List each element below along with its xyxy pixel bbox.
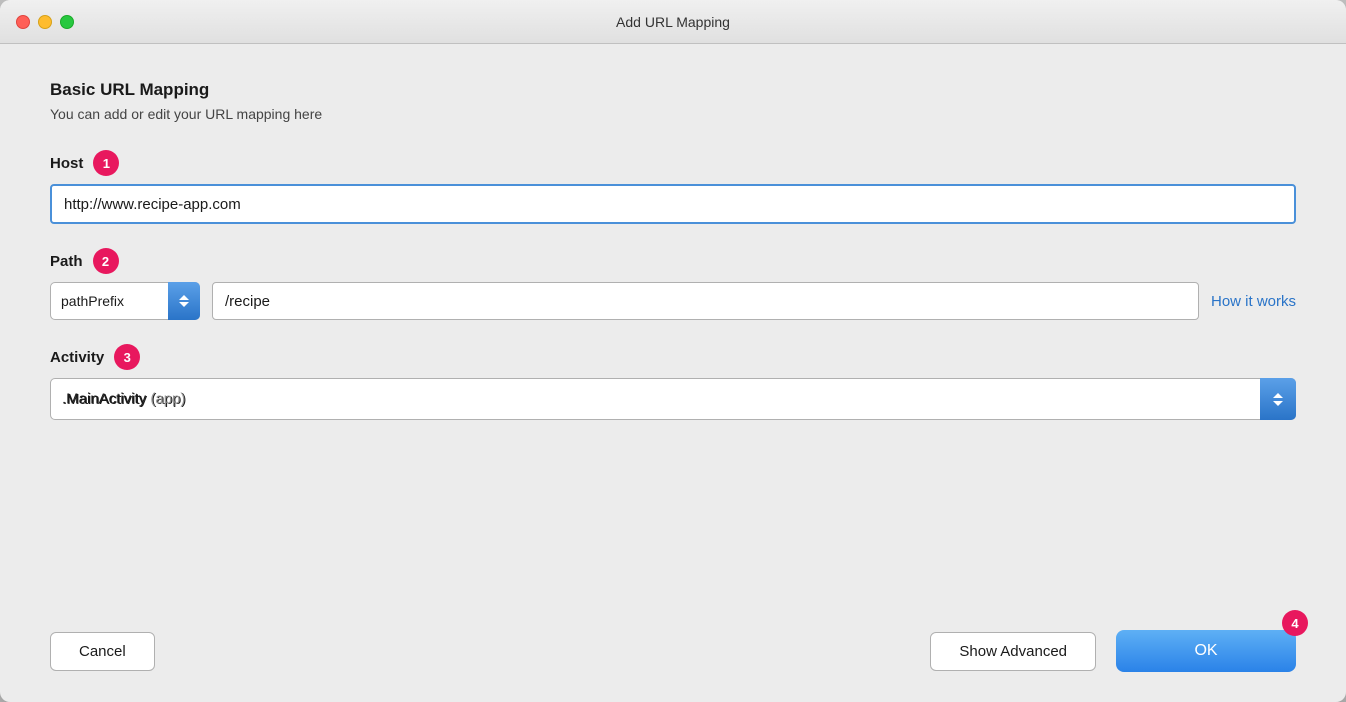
maximize-button[interactable]	[60, 15, 74, 29]
path-prefix-wrapper: pathPrefix pathPattern path	[50, 282, 200, 320]
activity-select-wrapper: .MainActivity (app) .MainActivity (app)	[50, 378, 1296, 420]
right-buttons: Show Advanced 4 OK	[930, 630, 1296, 672]
path-prefix-select[interactable]: pathPrefix pathPattern path	[50, 282, 200, 320]
minimize-button[interactable]	[38, 15, 52, 29]
cancel-button[interactable]: Cancel	[50, 632, 155, 671]
step-badge-4: 4	[1282, 610, 1308, 636]
footer: Cancel Show Advanced 4 OK	[0, 610, 1346, 702]
how-it-works-link[interactable]: How it works	[1211, 293, 1296, 310]
step-badge-1: 1	[93, 150, 119, 176]
window-title: Add URL Mapping	[616, 14, 730, 30]
ok-button[interactable]: OK	[1116, 630, 1296, 672]
close-button[interactable]	[16, 15, 30, 29]
host-label-row: Host 1	[50, 150, 1296, 176]
path-row: pathPrefix pathPattern path How it works	[50, 282, 1296, 320]
host-field-group: Host 1	[50, 150, 1296, 224]
ok-wrapper: 4 OK	[1116, 630, 1296, 672]
step-badge-3: 3	[114, 344, 140, 370]
section-subtitle: You can add or edit your URL mapping her…	[50, 106, 1296, 122]
section-title: Basic URL Mapping	[50, 80, 1296, 100]
activity-label: Activity	[50, 349, 104, 366]
path-input[interactable]	[212, 282, 1199, 320]
main-window: Add URL Mapping Basic URL Mapping You ca…	[0, 0, 1346, 702]
host-input[interactable]	[50, 184, 1296, 224]
title-bar: Add URL Mapping	[0, 0, 1346, 44]
host-label: Host	[50, 155, 83, 172]
activity-field-group: Activity 3 .MainActivity (app) .MainActi…	[50, 344, 1296, 420]
step-badge-2: 2	[93, 248, 119, 274]
show-advanced-button[interactable]: Show Advanced	[930, 632, 1096, 671]
path-label-row: Path 2	[50, 248, 1296, 274]
path-label: Path	[50, 253, 83, 270]
window-controls	[16, 15, 74, 29]
path-field-group: Path 2 pathPrefix pathPattern path Ho	[50, 248, 1296, 320]
activity-label-row: Activity 3	[50, 344, 1296, 370]
activity-select[interactable]: .MainActivity (app)	[50, 378, 1296, 420]
form-content: Basic URL Mapping You can add or edit yo…	[0, 44, 1346, 610]
